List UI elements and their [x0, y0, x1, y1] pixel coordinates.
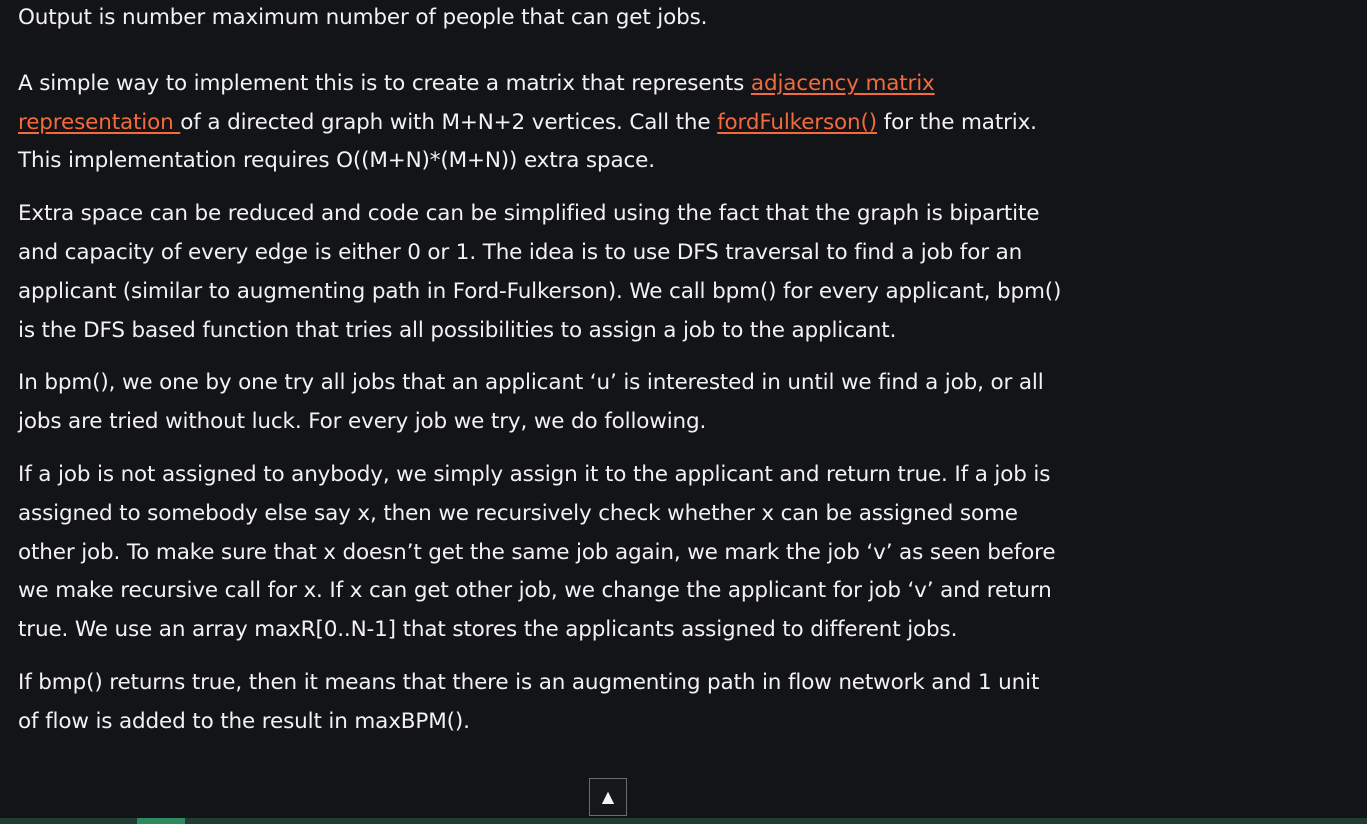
- article-content: Output is number maximum number of peopl…: [18, 0, 1063, 756]
- scroll-to-top-button[interactable]: ▲: [589, 778, 627, 816]
- bottom-bar-active-segment: [137, 818, 185, 824]
- paragraph-bmp-returns: If bmp() returns true, then it means tha…: [18, 669, 1040, 734]
- bottom-progress-bar: [0, 818, 1367, 824]
- paragraph-text: of a directed graph with M+N+2 vertices.…: [180, 109, 718, 135]
- paragraph-output: Output is number maximum number of peopl…: [18, 5, 708, 30]
- paragraph-bpm: In bpm(), we one by one try all jobs tha…: [18, 370, 1044, 435]
- paragraph-simple-way: A simple way to implement this is to cre…: [18, 65, 1063, 181]
- paragraph-text: A simple way to implement this is to cre…: [18, 70, 751, 96]
- paragraph-job-assignment: If a job is not assigned to anybody, we …: [18, 461, 1056, 643]
- paragraph-extra-space: Extra space can be reduced and code can …: [18, 201, 1062, 343]
- arrow-up-icon: ▲: [601, 787, 615, 806]
- ford-fulkerson-link[interactable]: fordFulkerson(): [717, 110, 877, 135]
